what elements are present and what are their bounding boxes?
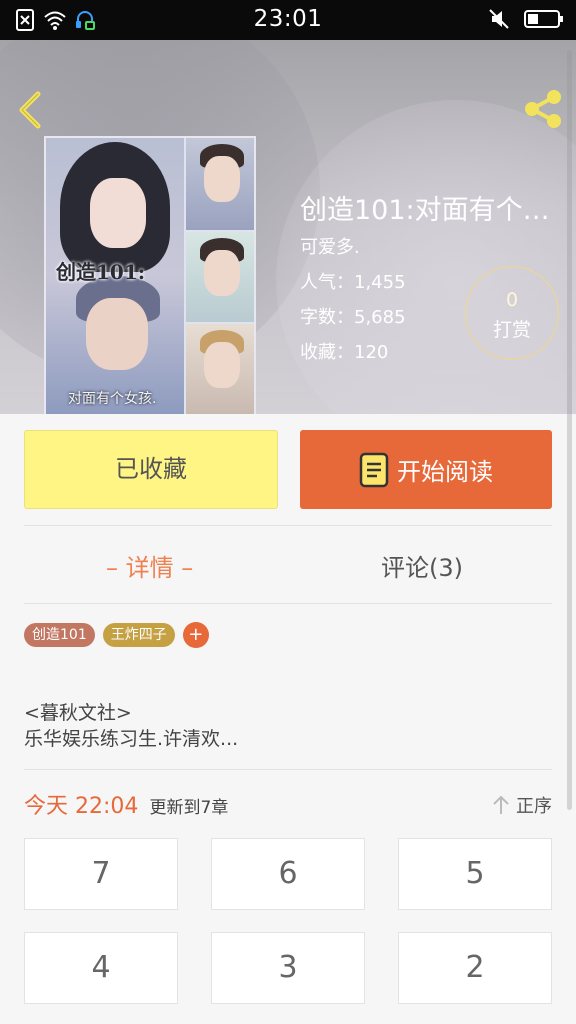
book-title: 创造101:对面有个女孩: [300, 195, 562, 226]
cover-title-text: 创造101:: [56, 260, 146, 284]
update-time: 今天 22:04: [24, 794, 139, 819]
favorites-stat: 收藏：120: [300, 342, 389, 363]
tip-label: 打赏: [492, 319, 531, 341]
start-reading-button[interactable]: 开始阅读: [300, 430, 552, 509]
sort-label: 正序: [516, 796, 552, 817]
chapter-button[interactable]: 7: [24, 838, 178, 910]
cover-subtitle-text: 对面有个女孩.: [68, 391, 157, 407]
book-cover[interactable]: 创造101: 对面有个女孩.: [44, 136, 256, 414]
sort-button[interactable]: 正序: [492, 792, 552, 818]
mute-icon: [489, 9, 509, 29]
tag-chuangzao101[interactable]: 创造101: [24, 623, 95, 647]
add-tag-button[interactable]: +: [182, 622, 209, 648]
share-icon[interactable]: [520, 86, 566, 132]
battery-icon: [524, 10, 563, 28]
arrow-up-icon: [493, 795, 509, 814]
chapter-button[interactable]: 3: [211, 932, 365, 1004]
chapter-button[interactable]: 4: [24, 932, 178, 1004]
update-text: 更新到7章: [149, 798, 229, 818]
divider: [24, 603, 552, 604]
update-info: 今天 22:04 更新到7章 正序: [24, 788, 552, 820]
scrollbar[interactable]: [567, 50, 572, 810]
book-intro[interactable]: <暮秋文社> 乐华娱乐练习生.许清欢...: [24, 700, 238, 752]
tab-comments[interactable]: 评论(3): [381, 548, 463, 583]
favorited-button[interactable]: 已收藏: [24, 430, 278, 509]
tab-detail[interactable]: – 详情 –: [106, 548, 193, 583]
status-bar: 23:01: [0, 0, 576, 40]
tip-button[interactable]: 0 打赏: [465, 266, 559, 360]
tag-list: 创造101 王炸四子 +: [24, 622, 209, 648]
divider: [24, 525, 552, 526]
book-icon: [359, 452, 389, 487]
back-button[interactable]: [12, 88, 48, 132]
chapter-button[interactable]: 6: [211, 838, 365, 910]
tag-wangzha[interactable]: 王炸四子: [102, 623, 175, 647]
intro-line: 乐华娱乐练习生.许清欢...: [24, 728, 239, 750]
chapter-button[interactable]: 2: [398, 932, 552, 1004]
book-author[interactable]: 可爱多.: [300, 233, 360, 259]
word-count-stat: 字数：5,685: [300, 307, 406, 328]
popularity-stat: 人气：1,455: [300, 272, 406, 293]
intro-line: <暮秋文社>: [24, 702, 132, 724]
tip-count: 0: [505, 289, 519, 311]
book-header: 创造101: 对面有个女孩. 创造101:对面有个女孩 可爱多. 人气：1,45…: [0, 40, 576, 414]
chapter-button[interactable]: 5: [398, 838, 552, 910]
divider: [24, 769, 552, 770]
start-reading-label: 开始阅读: [397, 458, 493, 486]
